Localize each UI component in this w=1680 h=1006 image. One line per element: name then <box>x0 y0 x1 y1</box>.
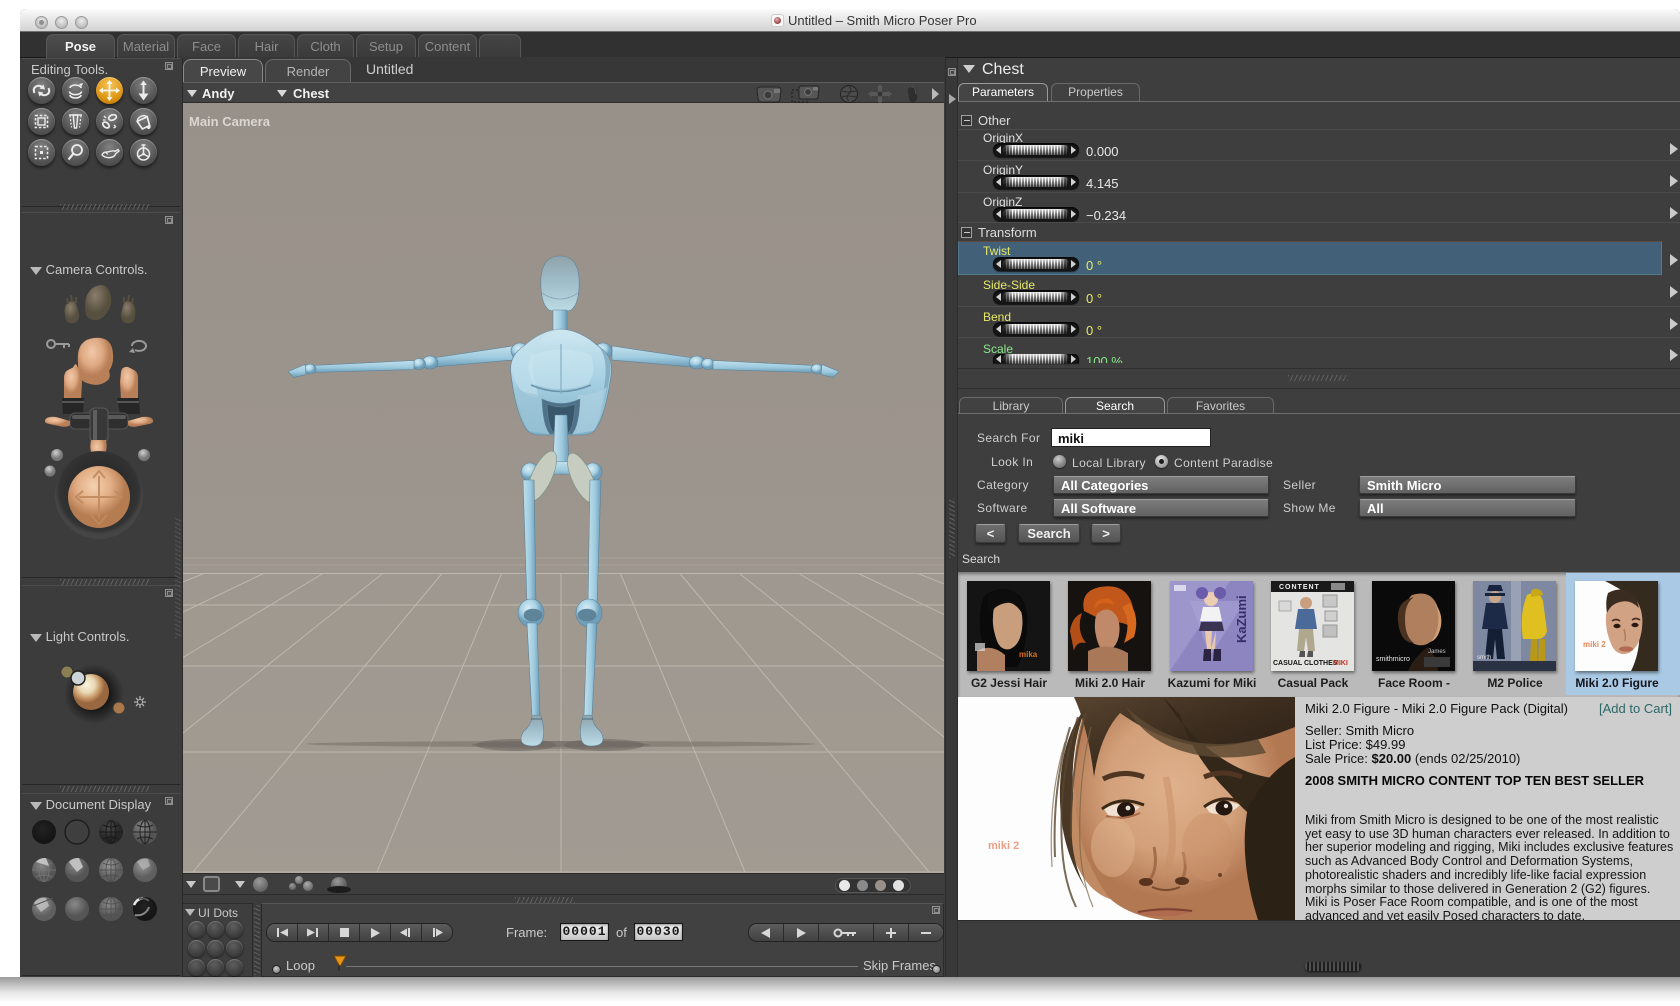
svg-text:CASUAL CLOTHES: CASUAL CLOTHES <box>1273 660 1338 667</box>
svg-text:James: James <box>1428 649 1446 655</box>
svg-text:smith: smith <box>1477 655 1491 661</box>
svg-text:smithmicro: smithmicro <box>1376 656 1410 663</box>
svg-text:KaZumi: KaZumi <box>1234 595 1249 643</box>
svg-text:CONTENT: CONTENT <box>1279 584 1320 591</box>
svg-text:mika: mika <box>1019 650 1038 659</box>
svg-text:mіkі 2: mіkі 2 <box>988 840 1019 852</box>
svg-text:miki 2: miki 2 <box>1583 640 1606 649</box>
svg-text:MIKI: MIKI <box>1333 660 1348 667</box>
